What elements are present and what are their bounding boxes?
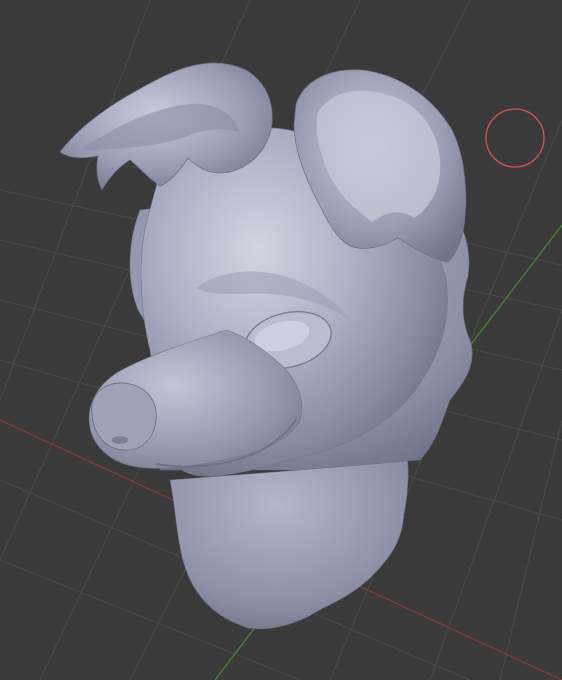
3d-cursor-icon[interactable] [485,108,545,168]
dog-head-mesh[interactable] [59,62,473,630]
grid-line [0,0,151,401]
3d-viewport[interactable] [0,0,562,680]
neck-fur [169,451,409,630]
nostril [112,436,128,444]
viewport-canvas[interactable] [0,0,562,680]
